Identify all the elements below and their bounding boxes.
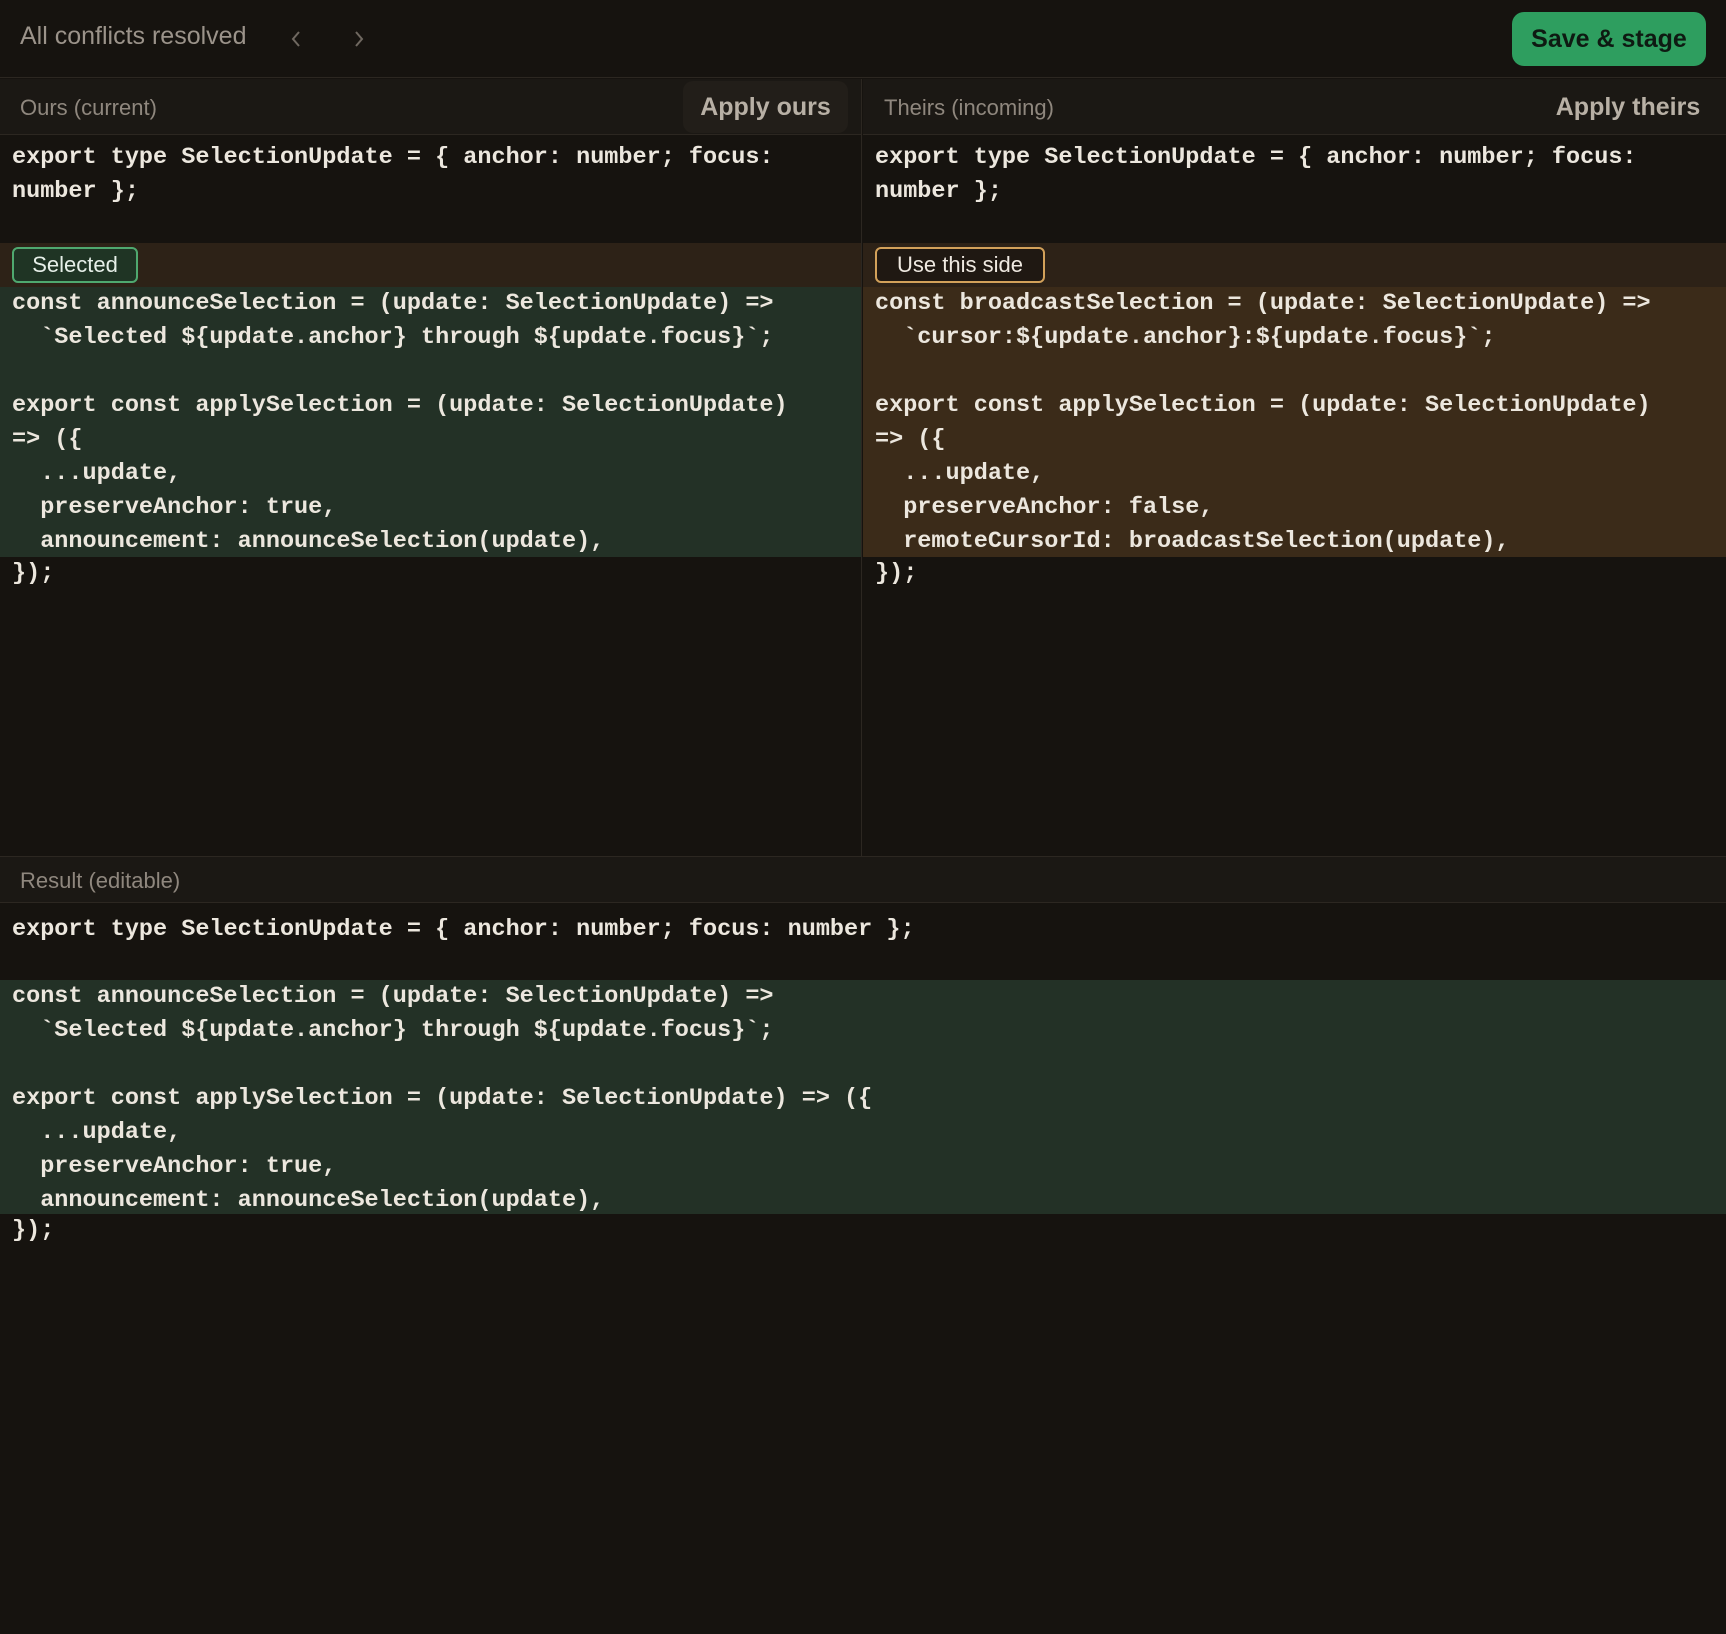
theirs-after-code[interactable]: }); [863, 557, 917, 591]
save-and-stage-button[interactable]: Save & stage [1512, 12, 1706, 66]
theirs-common-code[interactable]: export type SelectionUpdate = { anchor: … [863, 135, 1726, 209]
result-after-code[interactable]: }); [0, 1214, 54, 1248]
chevron-right-icon[interactable] [344, 22, 374, 56]
apply-theirs-button[interactable]: Apply theirs [1543, 81, 1713, 133]
ours-pane-header: Ours (current) Apply ours [0, 79, 861, 135]
merge-toolbar: All conflicts resolved Save & stage [0, 0, 1726, 78]
ours-conflict-code[interactable]: const announceSelection = (update: Selec… [0, 287, 861, 557]
theirs-pane-title: Theirs (incoming) [884, 95, 1054, 120]
result-title: Result (editable) [20, 868, 181, 893]
apply-ours-button[interactable]: Apply ours [683, 81, 848, 133]
theirs-pane: Theirs (incoming) Apply theirs export ty… [863, 79, 1726, 856]
result-common-code[interactable]: export type SelectionUpdate = { anchor: … [0, 913, 915, 947]
theirs-conflict-header: Use this side [863, 243, 1726, 287]
use-this-side-button[interactable]: Use this side [875, 247, 1045, 283]
selected-tag[interactable]: Selected [12, 247, 138, 283]
ours-pane-title: Ours (current) [20, 95, 157, 120]
theirs-conflict-code[interactable]: const broadcastSelection = (update: Sele… [863, 287, 1726, 557]
ours-after-code[interactable]: }); [0, 557, 54, 591]
result-editor[interactable]: export type SelectionUpdate = { anchor: … [0, 903, 1726, 1634]
conflict-status: All conflicts resolved [20, 22, 247, 50]
theirs-pane-header: Theirs (incoming) Apply theirs [863, 79, 1726, 135]
result-resolved-code[interactable]: const announceSelection = (update: Selec… [0, 980, 1726, 1214]
ours-common-code[interactable]: export type SelectionUpdate = { anchor: … [0, 135, 861, 209]
chevron-left-icon[interactable] [281, 22, 311, 56]
result-header: Result (editable) [0, 856, 1726, 903]
ours-pane: Ours (current) Apply ours export type Se… [0, 79, 862, 856]
ours-conflict-header: Selected [0, 243, 861, 287]
